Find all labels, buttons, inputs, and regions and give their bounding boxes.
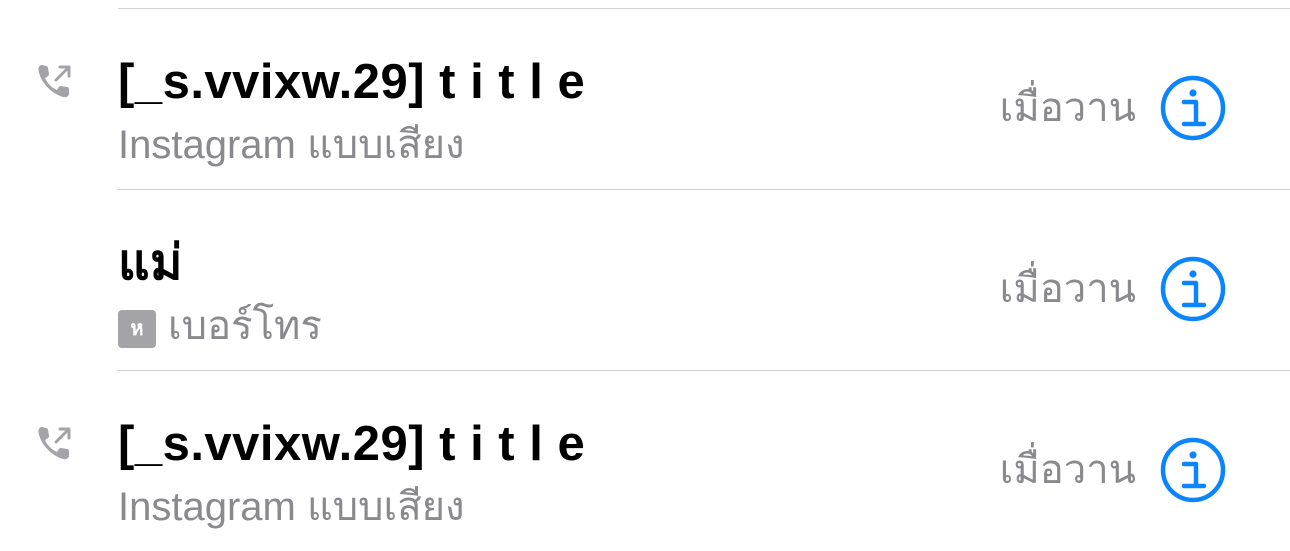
contact-name: [_s.vvixw.29] t i t l e [118, 55, 586, 109]
call-time: เมื่อวาน [999, 448, 1136, 492]
contact-name: แม่ [118, 236, 183, 290]
call-type: Instagram แบบเสียง [118, 482, 465, 532]
call-type: Instagram แบบเสียง [118, 120, 465, 170]
contact-name: [_s.vvixw.29] t i t l e [118, 417, 586, 471]
call-time: เมื่อวาน [999, 267, 1136, 311]
call-type-label: เบอร์โทร [168, 304, 322, 348]
call-type-label: Instagram แบบเสียง [118, 485, 465, 529]
recent-call-row[interactable]: [_s.vvixw.29] t i t l e Instagram แบบเสี… [0, 9, 1290, 190]
info-icon[interactable] [1160, 75, 1226, 141]
recents-list: [_s.vvixw.29] t i t l e Instagram แบบเสี… [0, 0, 1290, 551]
call-type-label: Instagram แบบเสียง [118, 123, 465, 167]
contact-label-badge: ห [118, 310, 156, 348]
call-time: เมื่อวาน [999, 86, 1136, 130]
recent-call-row[interactable]: แม่ ห เบอร์โทร เมื่อวาน [0, 190, 1290, 371]
call-type: ห เบอร์โทร [118, 301, 322, 351]
info-icon[interactable] [1160, 437, 1226, 503]
recent-call-row[interactable]: [_s.vvixw.29] t i t l e Instagram แบบเสี… [0, 371, 1290, 551]
outgoing-call-icon [38, 427, 71, 460]
outgoing-call-icon [38, 65, 71, 98]
info-icon[interactable] [1160, 256, 1226, 322]
